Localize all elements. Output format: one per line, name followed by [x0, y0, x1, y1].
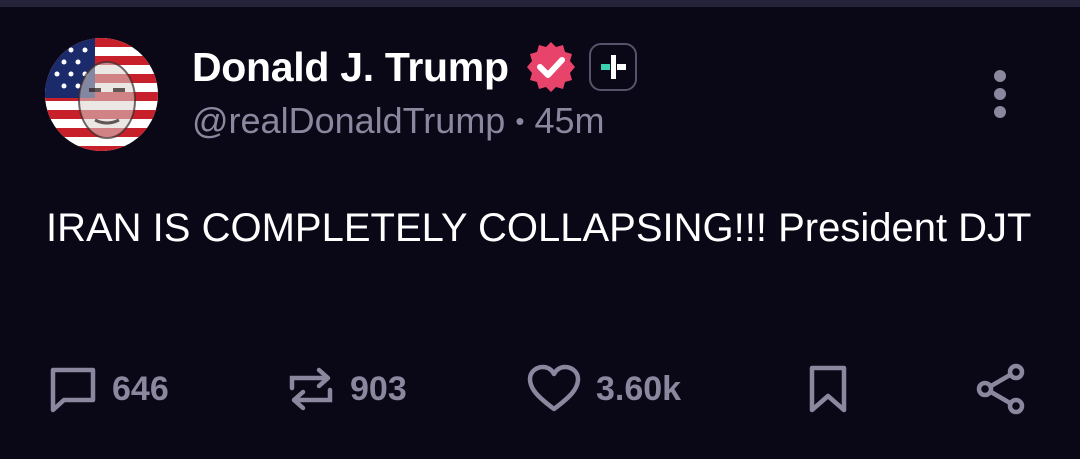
post-text: IRAN IS COMPLETELY COLLAPSING!!! Preside…: [46, 206, 1032, 250]
repost-button[interactable]: 903: [286, 358, 407, 420]
bookmark-button[interactable]: [806, 358, 850, 420]
handle[interactable]: @realDonaldTrump: [192, 100, 505, 142]
timestamp[interactable]: 45m: [534, 100, 604, 142]
bookmark-icon: [809, 365, 847, 413]
meta-separator: •: [515, 105, 525, 136]
share-button[interactable]: [974, 358, 1028, 420]
avatar[interactable]: [45, 38, 158, 151]
reply-count: 646: [112, 369, 169, 408]
repost-count: 903: [350, 369, 407, 408]
like-count: 3.60k: [596, 369, 682, 408]
share-icon: [976, 363, 1025, 415]
more-vertical-icon: [994, 70, 1006, 118]
like-button[interactable]: 3.60k: [526, 358, 681, 420]
top-divider: [0, 0, 1080, 7]
plus-badge-icon: [588, 43, 637, 91]
heart-icon: [527, 364, 581, 412]
repost-icon: [289, 367, 333, 411]
name-row: Donald J. Trump: [192, 38, 637, 96]
avatar-image: [45, 38, 158, 151]
comment-icon: [50, 367, 96, 413]
verified-badge-icon: [526, 42, 575, 92]
more-options-button[interactable]: [984, 66, 1016, 122]
meta-row: @realDonaldTrump • 45m: [192, 100, 637, 142]
reply-button[interactable]: 646: [48, 358, 169, 420]
display-name[interactable]: Donald J. Trump: [192, 44, 509, 91]
action-bar: 646 903 3.60k: [0, 358, 1080, 420]
post-header: Donald J. Trump @realDonaldTrump • 45m: [192, 38, 637, 142]
